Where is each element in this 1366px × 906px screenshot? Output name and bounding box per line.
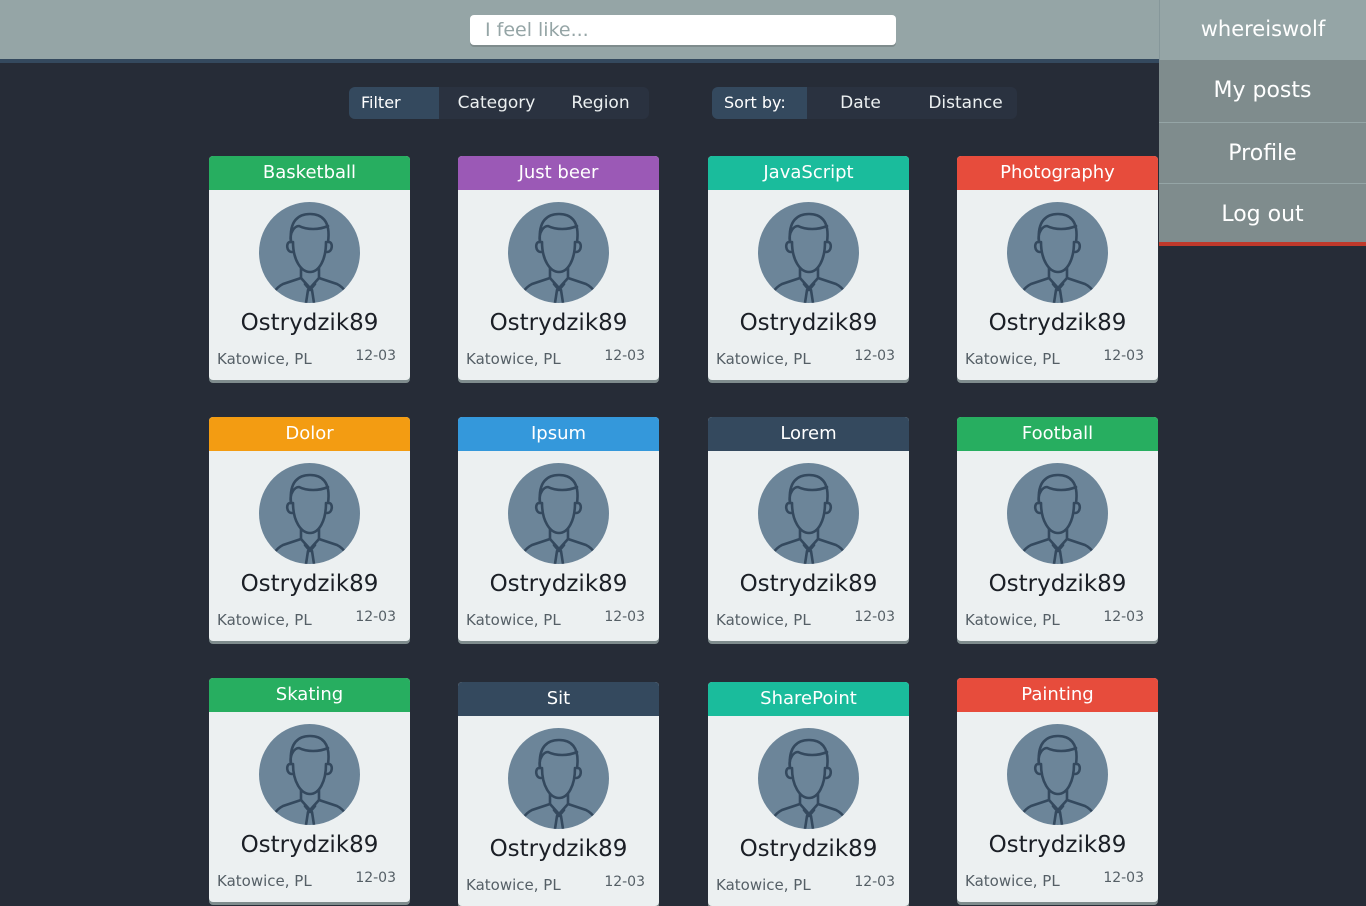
card-date: 12-03 xyxy=(604,609,645,625)
user-silhouette-icon xyxy=(518,212,600,303)
user-silhouette-icon xyxy=(768,473,850,564)
post-card[interactable]: Skating Ostrydzik89 Katowice, PL 12-03 xyxy=(209,678,410,902)
user-menu: whereiswolf My posts Profile Log out xyxy=(1159,0,1366,246)
sort-label: Sort by: xyxy=(712,87,807,119)
card-date: 12-03 xyxy=(1103,870,1144,886)
filter-region-button[interactable]: Region xyxy=(554,87,647,119)
user-silhouette-icon xyxy=(1017,212,1099,303)
card-category: Just beer xyxy=(458,156,659,190)
card-location: Katowice, PL xyxy=(466,611,561,629)
card-category: Sit xyxy=(458,682,659,716)
post-card[interactable]: Sit Ostrydzik89 Katowice, PL 12-03 xyxy=(458,682,659,906)
avatar xyxy=(508,728,609,829)
card-category: Painting xyxy=(957,678,1158,712)
avatar xyxy=(259,724,360,825)
card-date: 12-03 xyxy=(355,870,396,886)
card-date: 12-03 xyxy=(1103,609,1144,625)
post-card[interactable]: SharePoint Ostrydzik89 Katowice, PL 12-03 xyxy=(708,682,909,906)
card-location: Katowice, PL xyxy=(466,350,561,368)
card-category: Lorem xyxy=(708,417,909,451)
post-card[interactable]: Painting Ostrydzik89 Katowice, PL 12-03 xyxy=(957,678,1158,902)
post-card[interactable]: Lorem Ostrydzik89 Katowice, PL 12-03 xyxy=(708,417,909,641)
menu-item-profile[interactable]: Profile xyxy=(1159,122,1366,183)
user-silhouette-icon xyxy=(1017,473,1099,564)
card-location: Katowice, PL xyxy=(716,350,811,368)
user-silhouette-icon xyxy=(518,473,600,564)
avatar xyxy=(758,728,859,829)
user-silhouette-icon xyxy=(269,473,351,564)
card-location: Katowice, PL xyxy=(217,350,312,368)
card-location: Katowice, PL xyxy=(965,872,1060,890)
post-card[interactable]: Just beer Ostrydzik89 Katowice, PL 12-03 xyxy=(458,156,659,380)
card-username: Ostrydzik89 xyxy=(739,571,878,597)
card-location: Katowice, PL xyxy=(466,876,561,894)
card-username: Ostrydzik89 xyxy=(240,832,379,858)
avatar xyxy=(758,463,859,564)
avatar xyxy=(259,463,360,564)
avatar xyxy=(259,202,360,303)
card-date: 12-03 xyxy=(604,348,645,364)
card-date: 12-03 xyxy=(355,348,396,364)
card-category: Skating xyxy=(209,678,410,712)
post-card[interactable]: Photography Ostrydzik89 Katowice, PL 12-03 xyxy=(957,156,1158,380)
card-username: Ostrydzik89 xyxy=(240,571,379,597)
card-category: Dolor xyxy=(209,417,410,451)
card-date: 12-03 xyxy=(604,874,645,890)
user-silhouette-icon xyxy=(768,212,850,303)
post-card[interactable]: Basketball Ostrydzik89 Katowice, PL 12-03 xyxy=(209,156,410,380)
avatar xyxy=(758,202,859,303)
card-date: 12-03 xyxy=(854,609,895,625)
card-date: 12-03 xyxy=(355,609,396,625)
post-card[interactable]: JavaScript Ostrydzik89 Katowice, PL 12-03 xyxy=(708,156,909,380)
card-category: SharePoint xyxy=(708,682,909,716)
card-username: Ostrydzik89 xyxy=(988,571,1127,597)
card-category: JavaScript xyxy=(708,156,909,190)
filter-label: Filter by: xyxy=(349,87,439,119)
search-input[interactable] xyxy=(470,15,896,45)
card-username: Ostrydzik89 xyxy=(988,310,1127,336)
card-username: Ostrydzik89 xyxy=(739,310,878,336)
user-silhouette-icon xyxy=(269,212,351,303)
post-card[interactable]: Dolor Ostrydzik89 Katowice, PL 12-03 xyxy=(209,417,410,641)
user-silhouette-icon xyxy=(768,738,850,829)
card-location: Katowice, PL xyxy=(217,872,312,890)
avatar xyxy=(1007,724,1108,825)
menu-item-my-posts[interactable]: My posts xyxy=(1159,60,1366,122)
user-silhouette-icon xyxy=(269,734,351,825)
card-username: Ostrydzik89 xyxy=(739,836,878,862)
sort-distance-button[interactable]: Distance xyxy=(914,87,1017,119)
avatar xyxy=(1007,463,1108,564)
card-date: 12-03 xyxy=(854,874,895,890)
filter-bar: Filter by: Category Region xyxy=(349,87,649,119)
sort-bar: Sort by: Date Distance xyxy=(712,87,1017,119)
menu-item-log-out[interactable]: Log out xyxy=(1159,183,1366,244)
card-location: Katowice, PL xyxy=(965,611,1060,629)
card-location: Katowice, PL xyxy=(716,876,811,894)
card-username: Ostrydzik89 xyxy=(240,310,379,336)
user-silhouette-icon xyxy=(1017,734,1099,825)
card-username: Ostrydzik89 xyxy=(489,310,628,336)
avatar xyxy=(508,463,609,564)
card-username: Ostrydzik89 xyxy=(489,836,628,862)
post-card[interactable]: Ipsum Ostrydzik89 Katowice, PL 12-03 xyxy=(458,417,659,641)
card-category: Photography xyxy=(957,156,1158,190)
username-button[interactable]: whereiswolf xyxy=(1159,0,1366,60)
card-location: Katowice, PL xyxy=(217,611,312,629)
avatar xyxy=(508,202,609,303)
card-username: Ostrydzik89 xyxy=(988,832,1127,858)
user-silhouette-icon xyxy=(518,738,600,829)
sort-date-button[interactable]: Date xyxy=(807,87,914,119)
card-location: Katowice, PL xyxy=(716,611,811,629)
post-card[interactable]: Football Ostrydzik89 Katowice, PL 12-03 xyxy=(957,417,1158,641)
card-category: Basketball xyxy=(209,156,410,190)
card-username: Ostrydzik89 xyxy=(489,571,628,597)
card-category: Ipsum xyxy=(458,417,659,451)
card-location: Katowice, PL xyxy=(965,350,1060,368)
card-date: 12-03 xyxy=(1103,348,1144,364)
filter-category-button[interactable]: Category xyxy=(439,87,554,119)
avatar xyxy=(1007,202,1108,303)
card-category: Football xyxy=(957,417,1158,451)
card-date: 12-03 xyxy=(854,348,895,364)
